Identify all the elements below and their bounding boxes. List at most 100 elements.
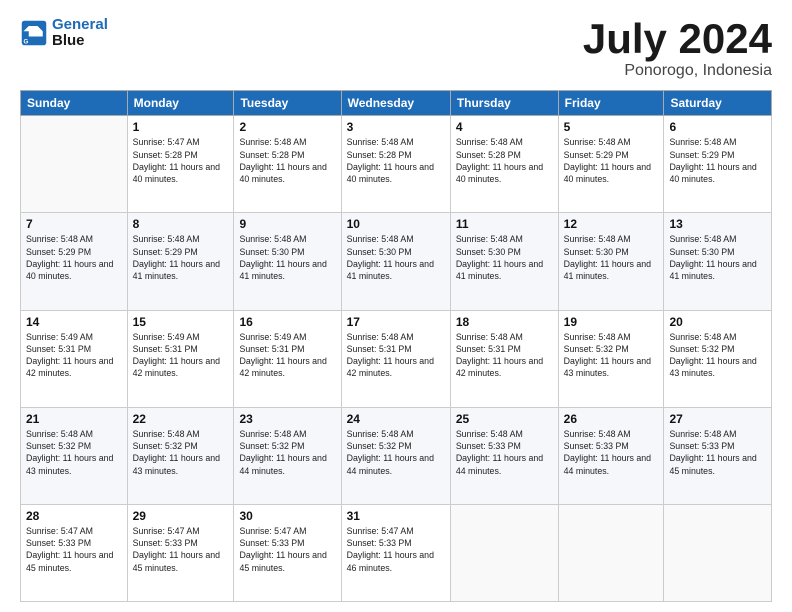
calendar-cell: 17Sunrise: 5:48 AMSunset: 5:31 PMDayligh…: [341, 310, 450, 407]
day-detail: Sunrise: 5:48 AMSunset: 5:32 PMDaylight:…: [26, 428, 122, 477]
day-number: 1: [133, 120, 229, 134]
calendar-cell: [558, 504, 664, 601]
day-detail: Sunrise: 5:48 AMSunset: 5:29 PMDaylight:…: [133, 233, 229, 282]
calendar-cell: 5Sunrise: 5:48 AMSunset: 5:29 PMDaylight…: [558, 116, 664, 213]
calendar-cell: 15 Sunrise: 5:49 AMSunset: 5:31 PMDayligh…: [127, 310, 234, 407]
page: G General Blue July 2024 Ponorogo, Indon…: [0, 0, 792, 612]
day-number: 9: [239, 217, 335, 231]
day-number: 23: [239, 412, 335, 426]
day-detail: Sunrise: 5:48 AMSunset: 5:33 PMDaylight:…: [564, 428, 659, 477]
day-number: 6: [669, 120, 766, 134]
title-location: Ponorogo, Indonesia: [583, 62, 772, 80]
calendar-cell: 20 Sunrise: 5:48 AMSunset: 5:32 PMDayligh…: [664, 310, 772, 407]
day-detail: Sunrise: 5:48 AMSunset: 5:29 PMDaylight:…: [26, 233, 122, 282]
day-detail: Sunrise: 5:48 AMSunset: 5:32 PMDaylight:…: [669, 331, 766, 380]
day-number: 26: [564, 412, 659, 426]
day-number: 27: [669, 412, 766, 426]
header-day: Sunday: [21, 91, 128, 116]
calendar-cell: 29 Sunrise: 5:47 AMSunset: 5:33 PMDayligh…: [127, 504, 234, 601]
header-day: Saturday: [664, 91, 772, 116]
logo: G General Blue: [20, 16, 108, 50]
day-detail: Sunrise: 5:49 AMSunset: 5:31 PMDaylight:…: [239, 331, 335, 380]
day-number: 28: [26, 509, 122, 523]
calendar-cell: [450, 504, 558, 601]
header-row: SundayMondayTuesdayWednesdayThursdayFrid…: [21, 91, 772, 116]
header-day: Wednesday: [341, 91, 450, 116]
day-number: 11: [456, 217, 553, 231]
calendar-cell: 2 Sunrise: 5:48 AMSunset: 5:28 PMDaylight…: [234, 116, 341, 213]
day-number: 16: [239, 315, 335, 329]
header: G General Blue July 2024 Ponorogo, Indon…: [20, 16, 772, 80]
day-number: 2: [239, 120, 335, 134]
logo-icon: G: [20, 19, 48, 47]
calendar-week-row: 1 Sunrise: 5:47 AMSunset: 5:28 PMDaylight…: [21, 116, 772, 213]
day-number: 25: [456, 412, 553, 426]
calendar-cell: 12Sunrise: 5:48 AMSunset: 5:30 PMDayligh…: [558, 213, 664, 310]
calendar-cell: 8Sunrise: 5:48 AMSunset: 5:29 PMDaylight…: [127, 213, 234, 310]
day-number: 24: [347, 412, 445, 426]
calendar-cell: 31 Sunrise: 5:47 AMSunset: 5:33 PMDayligh…: [341, 504, 450, 601]
day-detail: Sunrise: 5:47 AMSunset: 5:33 PMDaylight:…: [133, 525, 229, 574]
logo-text: General Blue: [52, 16, 108, 50]
day-detail: Sunrise: 5:48 AMSunset: 5:33 PMDaylight:…: [456, 428, 553, 477]
day-detail: Sunrise: 5:48 AMSunset: 5:31 PMDaylight:…: [456, 331, 553, 380]
calendar-cell: 1 Sunrise: 5:47 AMSunset: 5:28 PMDaylight…: [127, 116, 234, 213]
day-detail: Sunrise: 5:48 AMSunset: 5:30 PMDaylight:…: [239, 233, 335, 282]
calendar-table: SundayMondayTuesdayWednesdayThursdayFrid…: [20, 90, 772, 602]
calendar-cell: 25 Sunrise: 5:48 AMSunset: 5:33 PMDayligh…: [450, 407, 558, 504]
day-number: 3: [347, 120, 445, 134]
calendar-cell: 7 Sunrise: 5:48 AMSunset: 5:29 PMDaylight…: [21, 213, 128, 310]
day-number: 18: [456, 315, 553, 329]
calendar-cell: [21, 116, 128, 213]
day-detail: Sunrise: 5:48 AMSunset: 5:32 PMDaylight:…: [133, 428, 229, 477]
day-detail: Sunrise: 5:49 AMSunset: 5:31 PMDaylight:…: [26, 331, 122, 380]
calendar-cell: 28 Sunrise: 5:47 AMSunset: 5:33 PMDayligh…: [21, 504, 128, 601]
calendar-cell: 11Sunrise: 5:48 AMSunset: 5:30 PMDayligh…: [450, 213, 558, 310]
day-detail: Sunrise: 5:47 AMSunset: 5:33 PMDaylight:…: [239, 525, 335, 574]
day-number: 10: [347, 217, 445, 231]
header-day: Thursday: [450, 91, 558, 116]
day-detail: Sunrise: 5:47 AMSunset: 5:33 PMDaylight:…: [26, 525, 122, 574]
calendar-cell: 18 Sunrise: 5:48 AMSunset: 5:31 PMDayligh…: [450, 310, 558, 407]
day-detail: Sunrise: 5:49 AMSunset: 5:31 PMDaylight:…: [133, 331, 229, 380]
day-detail: Sunrise: 5:48 AMSunset: 5:30 PMDaylight:…: [669, 233, 766, 282]
calendar-cell: 24 Sunrise: 5:48 AMSunset: 5:32 PMDayligh…: [341, 407, 450, 504]
day-detail: Sunrise: 5:47 AMSunset: 5:28 PMDaylight:…: [133, 136, 229, 185]
calendar-cell: 26 Sunrise: 5:48 AMSunset: 5:33 PMDayligh…: [558, 407, 664, 504]
day-number: 29: [133, 509, 229, 523]
calendar-week-row: 7 Sunrise: 5:48 AMSunset: 5:29 PMDaylight…: [21, 213, 772, 310]
day-number: 19: [564, 315, 659, 329]
calendar-cell: 13 Sunrise: 5:48 AMSunset: 5:30 PMDayligh…: [664, 213, 772, 310]
day-number: 15: [133, 315, 229, 329]
day-number: 31: [347, 509, 445, 523]
header-day: Monday: [127, 91, 234, 116]
day-number: 20: [669, 315, 766, 329]
calendar-cell: 16 Sunrise: 5:49 AMSunset: 5:31 PMDayligh…: [234, 310, 341, 407]
calendar-cell: 22 Sunrise: 5:48 AMSunset: 5:32 PMDayligh…: [127, 407, 234, 504]
calendar-cell: 6 Sunrise: 5:48 AMSunset: 5:29 PMDaylight…: [664, 116, 772, 213]
title-block: July 2024 Ponorogo, Indonesia: [583, 16, 772, 80]
calendar-week-row: 14Sunrise: 5:49 AMSunset: 5:31 PMDayligh…: [21, 310, 772, 407]
day-detail: Sunrise: 5:48 AMSunset: 5:32 PMDaylight:…: [347, 428, 445, 477]
calendar-cell: 21 Sunrise: 5:48 AMSunset: 5:32 PMDayligh…: [21, 407, 128, 504]
day-number: 21: [26, 412, 122, 426]
day-detail: Sunrise: 5:48 AMSunset: 5:28 PMDaylight:…: [239, 136, 335, 185]
day-number: 17: [347, 315, 445, 329]
calendar-cell: 4Sunrise: 5:48 AMSunset: 5:28 PMDaylight…: [450, 116, 558, 213]
calendar-cell: 14Sunrise: 5:49 AMSunset: 5:31 PMDayligh…: [21, 310, 128, 407]
day-detail: Sunrise: 5:48 AMSunset: 5:29 PMDaylight:…: [669, 136, 766, 185]
calendar-cell: 10 Sunrise: 5:48 AMSunset: 5:30 PMDayligh…: [341, 213, 450, 310]
day-detail: Sunrise: 5:48 AMSunset: 5:30 PMDaylight:…: [347, 233, 445, 282]
day-detail: Sunrise: 5:48 AMSunset: 5:33 PMDaylight:…: [669, 428, 766, 477]
day-number: 22: [133, 412, 229, 426]
header-day: Friday: [558, 91, 664, 116]
day-number: 13: [669, 217, 766, 231]
calendar-cell: 23 Sunrise: 5:48 AMSunset: 5:32 PMDayligh…: [234, 407, 341, 504]
day-detail: Sunrise: 5:48 AMSunset: 5:28 PMDaylight:…: [456, 136, 553, 185]
day-number: 12: [564, 217, 659, 231]
day-number: 30: [239, 509, 335, 523]
day-detail: Sunrise: 5:48 AMSunset: 5:32 PMDaylight:…: [239, 428, 335, 477]
calendar-cell: 27 Sunrise: 5:48 AMSunset: 5:33 PMDayligh…: [664, 407, 772, 504]
day-number: 7: [26, 217, 122, 231]
day-detail: Sunrise: 5:47 AMSunset: 5:33 PMDaylight:…: [347, 525, 445, 574]
